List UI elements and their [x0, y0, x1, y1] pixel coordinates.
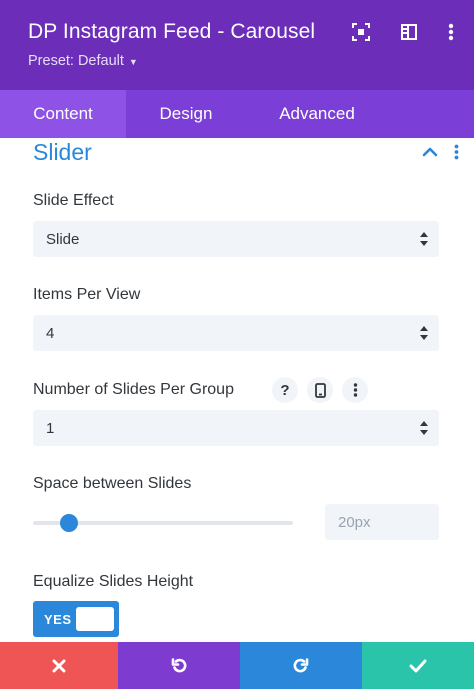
more-vertical-icon[interactable]: [342, 377, 368, 403]
slides-per-group-select[interactable]: 1: [33, 410, 439, 446]
items-per-view-value: 4: [46, 324, 55, 342]
preset-dropdown[interactable]: Preset: Default ▼: [28, 53, 138, 69]
cancel-button[interactable]: [0, 642, 118, 689]
settings-tabs: Content Design Advanced: [0, 90, 474, 138]
caret-down-icon: ▼: [128, 56, 138, 67]
slides-per-group-label: Number of Slides Per Group: [33, 381, 234, 398]
toggle-knob: [76, 607, 114, 631]
more-vertical-icon[interactable]: [439, 20, 463, 44]
responsive-phone-icon[interactable]: [307, 377, 333, 403]
select-arrows-icon: [420, 326, 428, 340]
equalize-height-toggle[interactable]: YES: [33, 601, 119, 637]
preset-label: Preset: Default: [28, 53, 124, 69]
tab-advanced[interactable]: Advanced: [246, 90, 388, 138]
undo-button[interactable]: [118, 642, 240, 689]
save-button[interactable]: [362, 642, 474, 689]
select-arrows-icon: [420, 232, 428, 246]
redo-button[interactable]: [240, 642, 362, 689]
slide-effect-select[interactable]: Slide: [33, 221, 439, 257]
select-arrows-icon: [420, 421, 428, 435]
section-title: Slider: [33, 139, 92, 165]
undo-icon: [171, 657, 187, 672]
items-per-view-select[interactable]: 4: [33, 315, 439, 351]
section-more-icon[interactable]: [447, 141, 465, 163]
tab-content[interactable]: Content: [0, 90, 126, 138]
space-between-input[interactable]: [325, 504, 439, 540]
items-per-view-label: Items Per View: [33, 286, 141, 303]
modal-title: DP Instagram Feed - Carousel: [28, 20, 316, 43]
modal-header: DP Instagram Feed - Carousel Preset: Def…: [0, 0, 474, 90]
slide-effect-label: Slide Effect: [33, 192, 114, 209]
tab-design[interactable]: Design: [126, 90, 246, 138]
slide-effect-value: Slide: [46, 230, 80, 248]
close-icon: [52, 659, 66, 672]
sidebar-layout-icon[interactable]: [397, 20, 421, 44]
chevron-up-icon[interactable]: [419, 141, 441, 163]
slides-per-group-label-row: Number of Slides Per Group: [33, 376, 234, 404]
space-between-slider-thumb[interactable]: [60, 514, 79, 532]
help-icon[interactable]: ?: [272, 377, 298, 403]
check-icon: [409, 659, 427, 672]
slides-per-group-value: 1: [46, 419, 55, 437]
modal-footer: [0, 642, 474, 689]
toggle-state-label: YES: [44, 612, 72, 627]
redo-icon: [293, 657, 309, 672]
equalize-height-label: Equalize Slides Height: [33, 573, 194, 590]
focus-icon[interactable]: [349, 20, 373, 44]
space-between-label: Space between Slides: [33, 475, 192, 492]
